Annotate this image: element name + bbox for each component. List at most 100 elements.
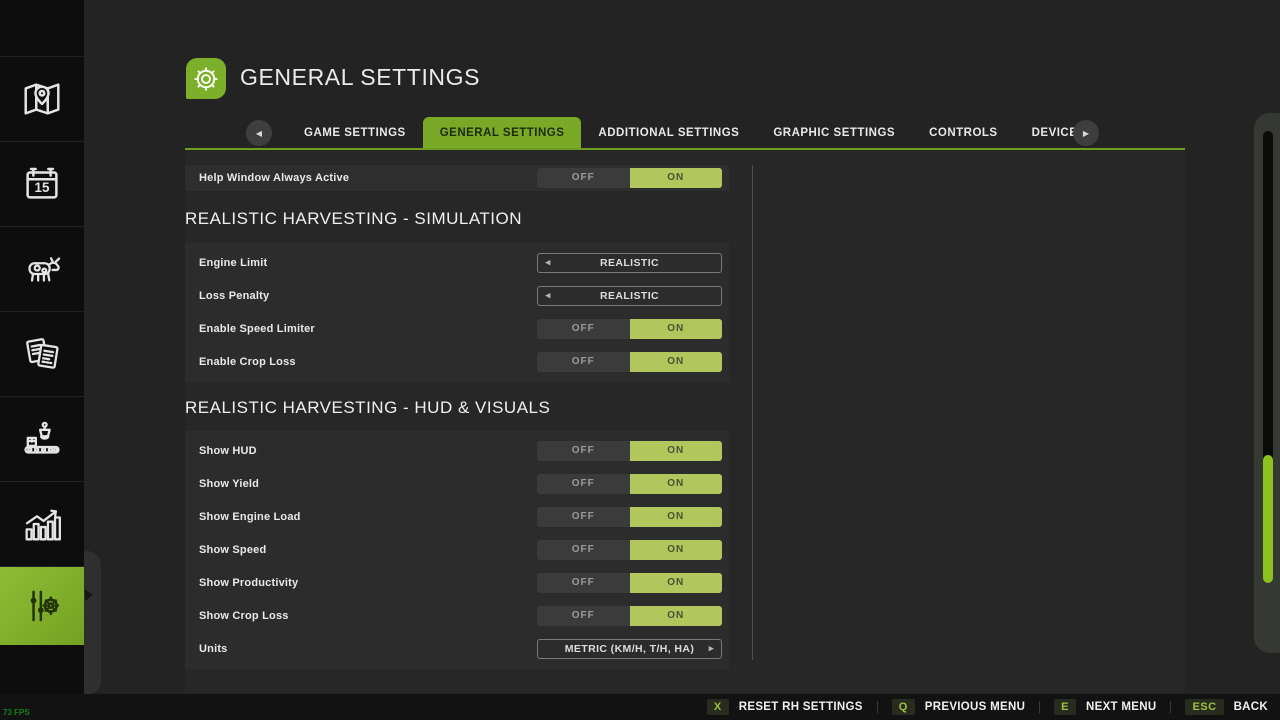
setting-enable-crop-loss-on-button[interactable]: ON bbox=[630, 352, 723, 372]
hint-previous-menu-label: PREVIOUS MENU bbox=[925, 701, 1025, 713]
setting-show-engine-load-on-button[interactable]: ON bbox=[630, 507, 723, 527]
hint-back[interactable]: ESC BACK bbox=[1185, 699, 1268, 715]
setting-help-window-always-active-control: OFFON bbox=[537, 168, 722, 188]
general-settings-gear-icon bbox=[186, 58, 226, 99]
sidebar-item-statistics[interactable] bbox=[0, 481, 84, 566]
setting-units-selector[interactable]: METRIC (KM/H, T/H, HA)▶ bbox=[537, 639, 722, 659]
setting-show-productivity-row: Show Productivity OFFON bbox=[185, 572, 729, 594]
setting-show-engine-load-off-button[interactable]: OFF bbox=[537, 507, 630, 527]
sidebar: 15 bbox=[0, 0, 84, 694]
sidebar-item-contracts[interactable] bbox=[0, 311, 84, 396]
setting-show-crop-loss-control: OFFON bbox=[537, 606, 722, 626]
setting-loss-penalty-selector[interactable]: ◀REALISTIC bbox=[537, 286, 722, 306]
setting-show-speed-on-button[interactable]: ON bbox=[630, 540, 723, 560]
settings-list: Help Window Always ActiveOFFONREALISTIC … bbox=[185, 150, 729, 669]
fps-counter: 73 FPS bbox=[3, 708, 30, 717]
setting-units-control: METRIC (KM/H, T/H, HA)▶ bbox=[537, 639, 722, 659]
hint-next-menu[interactable]: ENEXT MENU bbox=[1054, 699, 1156, 715]
setting-show-hud-off-button[interactable]: OFF bbox=[537, 441, 630, 461]
setting-show-hud-row: Show HUDOFFON bbox=[185, 440, 729, 462]
tab-general-settings[interactable]: GENERAL SETTINGS bbox=[423, 117, 582, 150]
setting-show-engine-load-control: OFFON bbox=[537, 507, 722, 527]
setting-show-crop-loss-off-button[interactable]: OFF bbox=[537, 606, 630, 626]
setting-show-crop-loss-on-button[interactable]: ON bbox=[630, 606, 723, 626]
sidebar-item-production[interactable] bbox=[0, 396, 84, 481]
setting-help-window-always-active-label: Help Window Always Active bbox=[199, 172, 349, 184]
hint-reset-rh-settings[interactable]: X RESET RH SETTINGS bbox=[707, 699, 863, 715]
setting-loss-penalty-control: ◀REALISTIC bbox=[537, 286, 722, 306]
setting-show-speed-toggle: OFFON bbox=[537, 540, 722, 560]
setting-units-row: UnitsMETRIC (KM/H, T/H, HA)▶ bbox=[185, 638, 729, 660]
setting-enable-crop-loss-off-button[interactable]: OFF bbox=[537, 352, 630, 372]
setting-show-productivity-off-button[interactable]: OFF bbox=[537, 573, 630, 593]
setting-show-crop-loss-row: Show Crop LossOFFON bbox=[185, 605, 729, 627]
setting-enable-speed-limiter-row: Enable Speed LimiterOFFON bbox=[185, 318, 729, 340]
arrow-left-icon[interactable]: ◀ bbox=[545, 292, 550, 300]
production-icon bbox=[19, 416, 65, 462]
setting-engine-limit-row: Engine Limit ◀REALISTIC bbox=[185, 252, 729, 274]
setting-show-yield-on-button[interactable]: ON bbox=[630, 474, 723, 494]
general-settings-screen: 15 GENERAL SETTINGS ◀ GAME SETTINGSGENER… bbox=[0, 0, 1280, 720]
sidebar-active-marker bbox=[84, 551, 101, 695]
tab-additional-settings[interactable]: ADDITIONAL SETTINGS bbox=[581, 117, 756, 150]
key-e: E bbox=[1054, 699, 1076, 715]
setting-loss-penalty-row: Loss Penalty◀REALISTIC bbox=[185, 285, 729, 307]
page-scrollbar-thumb[interactable] bbox=[1263, 455, 1273, 583]
setting-show-hud-toggle: OFFON bbox=[537, 441, 722, 461]
setting-show-yield-toggle: OFFON bbox=[537, 474, 722, 494]
setting-show-crop-loss-toggle: OFFON bbox=[537, 606, 722, 626]
arrow-left-icon[interactable]: ◀ bbox=[545, 259, 550, 267]
setting-show-hud-control: OFFON bbox=[537, 441, 722, 461]
setting-engine-limit-control: ◀REALISTIC bbox=[537, 253, 722, 273]
tabs-next-button[interactable]: ▶ bbox=[1073, 120, 1099, 146]
statistics-icon bbox=[19, 501, 65, 547]
setting-enable-crop-loss-control: OFFON bbox=[537, 352, 722, 372]
sidebar-item-calendar[interactable]: 15 bbox=[0, 141, 84, 226]
footer-bar: 73 FPS X RESET RH SETTINGS QPREVIOUS MENU E… bbox=[0, 694, 1280, 720]
content-scrollbar-track[interactable] bbox=[752, 165, 753, 660]
setting-show-yield-control: OFFON bbox=[537, 474, 722, 494]
hint-divider bbox=[1170, 701, 1171, 713]
setting-enable-speed-limiter-on-button[interactable]: ON bbox=[630, 319, 723, 339]
section-panel-1: Engine Limit◀REALISTICLoss Penalty◀REALI… bbox=[185, 243, 729, 382]
animals-icon bbox=[19, 246, 65, 292]
hint-reset-rh-settings-label: RESET RH SETTINGS bbox=[739, 701, 863, 713]
setting-show-speed-label: Show Speed bbox=[199, 544, 266, 556]
setting-help-window-always-active-off-button[interactable]: OFF bbox=[537, 168, 630, 188]
setting-help-window-always-active-toggle: OFFON bbox=[537, 168, 722, 188]
setting-show-engine-load-toggle: OFFON bbox=[537, 507, 722, 527]
hint-previous-menu[interactable]: QPREVIOUS MENU bbox=[892, 699, 1025, 715]
setting-enable-speed-limiter-off-button[interactable]: OFF bbox=[537, 319, 630, 339]
contracts-icon bbox=[19, 331, 65, 377]
hint-back-label: BACK bbox=[1234, 701, 1268, 713]
setting-engine-limit-selector[interactable]: ◀REALISTIC bbox=[537, 253, 722, 273]
setting-show-productivity-label: Show Productivity bbox=[199, 577, 298, 589]
calendar-icon: 15 bbox=[19, 161, 65, 207]
key-hints: X RESET RH SETTINGS QPREVIOUS MENU ENEXT ME… bbox=[707, 699, 1268, 715]
setting-show-hud-on-button[interactable]: ON bbox=[630, 441, 723, 461]
setting-show-speed-off-button[interactable]: OFF bbox=[537, 540, 630, 560]
sidebar-item-map[interactable] bbox=[0, 56, 84, 141]
tab-game-settings[interactable]: GAME SETTINGS bbox=[287, 117, 423, 150]
section-title-1: REALISTIC HARVESTING - SIMULATION bbox=[185, 208, 729, 230]
hint-divider bbox=[877, 701, 878, 713]
setting-enable-crop-loss-label: Enable Crop Loss bbox=[199, 356, 296, 368]
setting-help-window-always-active-on-button[interactable]: ON bbox=[630, 168, 723, 188]
tab-controls[interactable]: CONTROLS bbox=[912, 117, 1015, 150]
page-title: GENERAL SETTINGS bbox=[240, 64, 480, 91]
tab-graphic-settings[interactable]: GRAPHIC SETTINGS bbox=[756, 117, 912, 150]
key-esc: ESC bbox=[1185, 699, 1223, 715]
setting-show-productivity-on-button[interactable]: ON bbox=[630, 573, 723, 593]
setting-show-yield-off-button[interactable]: OFF bbox=[537, 474, 630, 494]
tabs-prev-button[interactable]: ◀ bbox=[246, 120, 272, 146]
sidebar-item-settings[interactable] bbox=[0, 566, 84, 645]
sidebar-item-animals[interactable] bbox=[0, 226, 84, 311]
setting-enable-crop-loss-row: Enable Crop Loss OFFON bbox=[185, 351, 729, 373]
arrow-right-icon[interactable]: ▶ bbox=[709, 645, 714, 653]
section-title-2: REALISTIC HARVESTING - HUD & VISUALS bbox=[185, 397, 729, 419]
setting-show-yield-row: Show YieldOFFON bbox=[185, 473, 729, 495]
setting-engine-limit-label: Engine Limit bbox=[199, 257, 267, 269]
map-icon bbox=[19, 76, 65, 122]
key-x: X bbox=[707, 699, 729, 715]
sidebar-active-arrow-icon bbox=[85, 589, 99, 601]
